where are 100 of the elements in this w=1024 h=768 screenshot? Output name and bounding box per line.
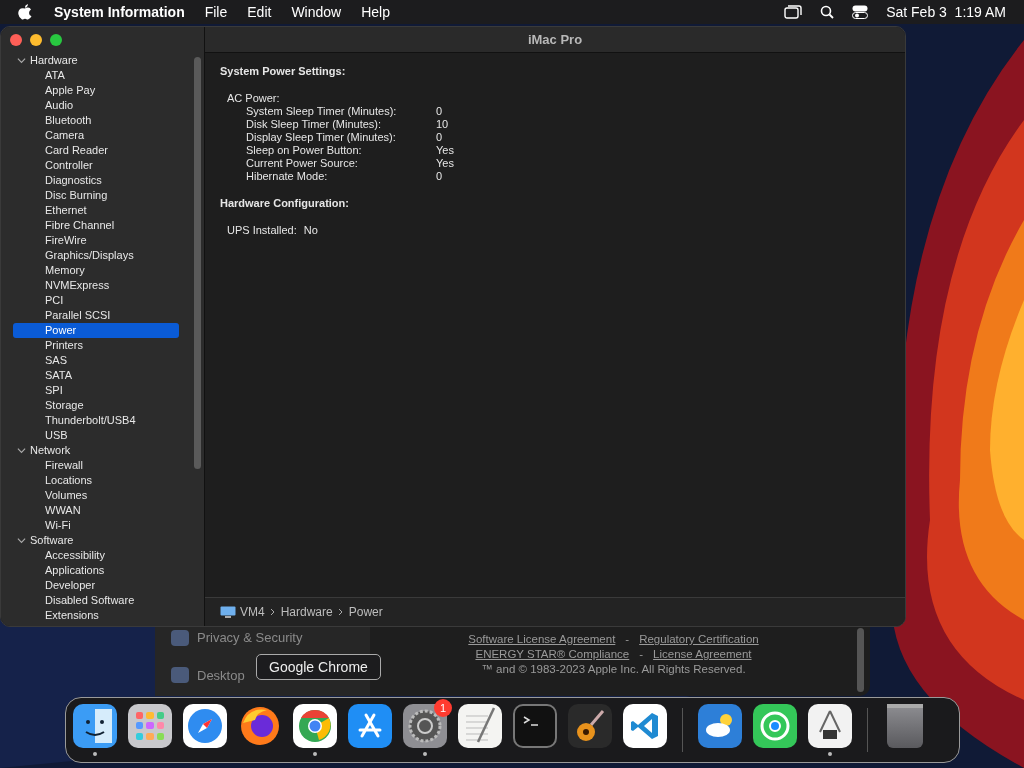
app-menu[interactable]: System Information — [54, 1, 185, 23]
sidebar-item[interactable]: SATA — [13, 368, 179, 383]
menu-item[interactable]: Edit — [247, 1, 272, 23]
toggles-icon[interactable] — [852, 5, 869, 19]
setting-value: 0 — [436, 105, 443, 118]
breadcrumb-item[interactable]: VM4 — [240, 603, 265, 621]
chevron-icon[interactable] — [17, 536, 26, 545]
sidebar-item[interactable]: Controller — [13, 158, 179, 173]
breadcrumb-item[interactable]: Power — [348, 603, 383, 621]
guitar-icon[interactable] — [568, 704, 612, 748]
sidebar-item[interactable]: Power — [13, 323, 179, 338]
windows-icon[interactable] — [784, 5, 803, 19]
computer-icon — [220, 606, 236, 618]
sidebar-item[interactable]: Disabled Software — [13, 593, 179, 608]
separator: - — [639, 647, 644, 662]
link[interactable]: License Agreement — [653, 647, 752, 662]
sidebar-item[interactable]: Printers — [13, 338, 179, 353]
gear-icon[interactable] — [403, 704, 447, 748]
sidebar-item[interactable]: Diagnostics — [13, 173, 179, 188]
setting-value: Yes — [436, 157, 454, 170]
sidebar-item[interactable]: Parallel SCSI — [13, 308, 179, 323]
radar-icon[interactable] — [753, 704, 797, 748]
chevron-icon[interactable] — [17, 56, 26, 65]
sidebar-group[interactable]: Hardware — [30, 53, 78, 68]
setting-label: System Sleep Timer (Minutes): — [246, 105, 398, 118]
caliper-chip-icon[interactable] — [808, 704, 852, 748]
sidebar-item[interactable]: Graphics/Displays — [13, 248, 179, 263]
notepad-icon[interactable] — [458, 704, 502, 748]
trash-can-icon[interactable] — [887, 704, 923, 748]
sidebar-group[interactable]: Software — [30, 533, 74, 548]
terminal-icon[interactable] — [513, 704, 557, 748]
sidebar-item[interactable]: Thunderbolt/USB4 — [13, 413, 179, 428]
letter-a-icon[interactable] — [348, 704, 392, 748]
chevron-icon[interactable] — [17, 446, 26, 455]
sidebar-item[interactable]: Volumes — [13, 488, 179, 503]
link[interactable]: Software License Agreement — [468, 632, 616, 647]
sidebar-item[interactable]: Desktop — [197, 665, 245, 685]
sidebar-item[interactable]: WWAN — [13, 503, 179, 518]
sidebar-item[interactable]: Card Reader — [13, 143, 179, 158]
close-button[interactable] — [10, 34, 22, 46]
menu-item[interactable]: Window — [291, 1, 342, 23]
cloud-sun-icon[interactable] — [698, 704, 742, 748]
sidebar-item[interactable]: Camera — [13, 128, 179, 143]
setting-label: Display Sleep Timer (Minutes): — [246, 131, 397, 144]
sidebar-item[interactable]: Wi-Fi — [13, 518, 179, 533]
compass-icon[interactable] — [183, 704, 227, 748]
clock[interactable]: Sat Feb 3 1:19 AM — [886, 1, 1006, 23]
sidebar-item[interactable]: Locations — [13, 473, 179, 488]
setting-value: Yes — [436, 144, 454, 157]
sidebar-item[interactable]: NVMExpress — [13, 278, 179, 293]
fox-globe-icon[interactable] — [238, 704, 282, 748]
browser-icon[interactable] — [293, 704, 337, 748]
scrollbar[interactable] — [194, 57, 201, 469]
sidebar-group[interactable]: Network — [30, 443, 71, 458]
link[interactable]: ENERGY STAR® Compliance — [475, 647, 630, 662]
sidebar-item[interactable]: Applications — [13, 563, 179, 578]
sidebar-item[interactable]: PCI — [13, 293, 179, 308]
sidebar-item[interactable]: SPI — [13, 383, 179, 398]
sidebar-item[interactable]: Accessibility — [13, 548, 179, 563]
setting-value: No — [303, 224, 318, 237]
separator: - — [625, 632, 630, 647]
sidebar-item[interactable]: SAS — [13, 353, 179, 368]
minimize-button[interactable] — [30, 34, 42, 46]
sidebar-item[interactable]: Apple Pay — [13, 83, 179, 98]
sidebar-item[interactable]: USB — [13, 428, 179, 443]
link[interactable]: Regulatory Certification — [639, 632, 759, 647]
notification-badge: 1 — [434, 699, 452, 717]
sidebar-item[interactable]: Fibre Channel — [13, 218, 179, 233]
apple-logo-icon[interactable] — [18, 4, 32, 20]
menu-item[interactable]: File — [204, 1, 228, 23]
face-icon[interactable] — [73, 704, 117, 748]
tooltip: Google Chrome — [256, 654, 381, 680]
sidebar-item[interactable]: FireWire — [13, 233, 179, 248]
setting-value: 0 — [436, 131, 443, 144]
sidebar-item[interactable]: Firewall — [13, 458, 179, 473]
sidebar-item[interactable]: Disc Burning — [13, 188, 179, 203]
window-title: iMac Pro — [527, 30, 583, 49]
breadcrumb-item[interactable]: Hardware — [280, 603, 333, 621]
sidebar-item[interactable]: Memory — [13, 263, 179, 278]
search-icon[interactable] — [820, 5, 835, 19]
chevron-icon — [268, 608, 277, 616]
setting-label: Hibernate Mode: — [246, 170, 329, 183]
setting-label: Sleep on Power Button: — [246, 144, 363, 157]
zoom-button[interactable] — [50, 34, 62, 46]
setting-value: 0 — [436, 170, 443, 183]
sidebar-item[interactable]: Storage — [13, 398, 179, 413]
sidebar-item[interactable]: ATA — [13, 68, 179, 83]
sidebar-item[interactable]: Developer — [13, 578, 179, 593]
setting-value: 10 — [436, 118, 449, 131]
sidebar-item[interactable]: Extensions — [13, 608, 179, 623]
sidebar-item[interactable]: Bluetooth — [13, 113, 179, 128]
sidebar-item[interactable]: Ethernet — [13, 203, 179, 218]
section-heading: System Power Settings: — [220, 65, 347, 78]
sidebar-item[interactable]: Privacy & Security — [197, 628, 303, 648]
copyright-text: ™ and © 1983-2023 Apple Inc. All Rights Reserved. — [481, 662, 746, 677]
chevron-icon — [336, 608, 345, 616]
menu-item[interactable]: Help — [361, 1, 390, 23]
code-editor-icon[interactable] — [623, 704, 667, 748]
app-grid-icon[interactable] — [128, 704, 172, 748]
sidebar-item[interactable]: Audio — [13, 98, 179, 113]
